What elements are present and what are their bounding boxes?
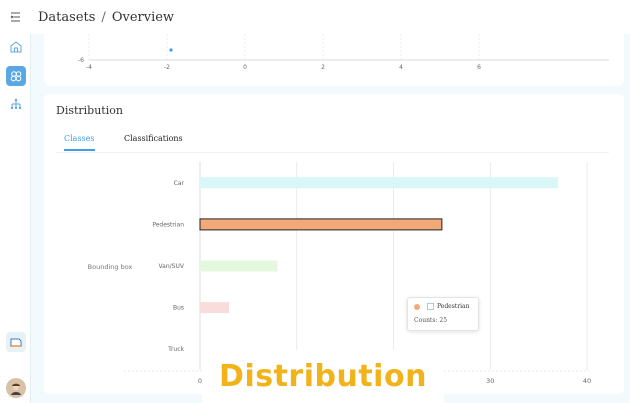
scatter-plot: -6 -4 -2 0 2 4 6 — [78, 34, 609, 71]
x-tick-label: 0 — [243, 64, 247, 71]
x-tick-label: 30 — [486, 377, 494, 385]
chart-tooltip: Pedestrian Counts: 25 — [407, 297, 479, 331]
notebook-icon[interactable] — [6, 332, 26, 352]
scatter-plot-card: -6 -4 -2 0 2 4 6 — [44, 34, 624, 86]
distribution-bar-chart: Bounding box Car Pedestrian Van/SUV Bus Truc… — [88, 162, 591, 385]
bar-pedestrian[interactable] — [199, 218, 443, 231]
tooltip-counts-label: Counts: — [414, 317, 438, 324]
collapse-icon[interactable] — [6, 7, 26, 27]
tooltip-category: Pedestrian — [437, 303, 470, 310]
group-label: Bounding box — [88, 263, 133, 271]
avatar[interactable] — [6, 378, 26, 398]
x-tick-label: -4 — [86, 64, 92, 71]
hierarchy-icon[interactable] — [6, 95, 26, 115]
checkbox-icon — [427, 303, 434, 310]
distribution-card: Distribution Classes Classifications Bou… — [44, 94, 624, 394]
home-icon[interactable] — [6, 37, 26, 57]
breadcrumb-separator: / — [101, 9, 106, 25]
bar-van-suv[interactable] — [200, 260, 278, 272]
breadcrumb-overview: Overview — [111, 9, 175, 25]
x-tick-label: -2 — [164, 64, 170, 71]
series-color-dot — [414, 303, 420, 310]
category-label: Bus — [173, 305, 184, 312]
y-tick-label: -6 — [78, 57, 84, 64]
category-label: Truck — [167, 346, 184, 353]
bar-bus[interactable] — [200, 302, 230, 314]
sidebar — [0, 0, 31, 403]
x-tick-label: 40 — [583, 377, 591, 385]
category-label: Van/SUV — [159, 263, 185, 270]
x-tick-label: 6 — [477, 64, 481, 71]
distribution-overlay-text: Distribution — [202, 350, 444, 403]
category-label: Car — [174, 180, 185, 187]
main-content: -6 -4 -2 0 2 4 6 Distribution Classes Cl… — [36, 34, 630, 403]
x-tick-label: 4 — [399, 64, 403, 71]
bar-car[interactable] — [200, 177, 558, 189]
breadcrumb: Datasets / Overview — [30, 0, 630, 34]
breadcrumb-datasets[interactable]: Datasets — [38, 10, 95, 25]
category-label: Pedestrian — [152, 221, 184, 228]
x-tick-label: 2 — [321, 64, 325, 71]
datasets-icon[interactable] — [6, 66, 26, 86]
scatter-point[interactable] — [169, 48, 173, 52]
tooltip-counts-value: 25 — [439, 317, 448, 324]
